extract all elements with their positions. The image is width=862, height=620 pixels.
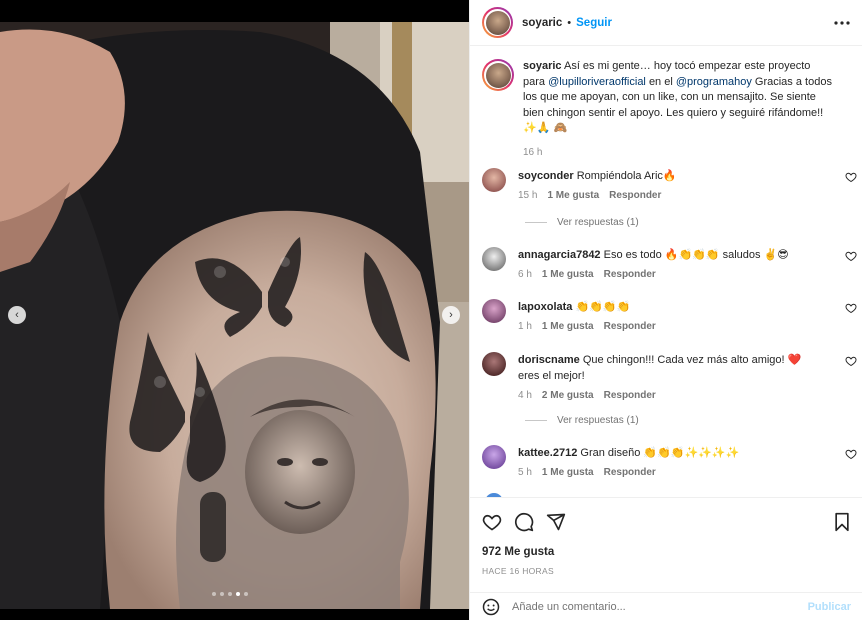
comment-likes[interactable]: 1 Me gusta [542, 321, 594, 332]
post-timestamp[interactable]: HACE 16 HORAS [482, 566, 851, 576]
carousel-dot [220, 592, 224, 596]
comment-time[interactable]: 5 h [518, 467, 532, 478]
author-avatar [485, 10, 510, 35]
comment-likes[interactable]: 1 Me gusta [547, 190, 599, 201]
author-username[interactable]: soyaric [522, 17, 562, 29]
comments-list[interactable]: soyaric Así es mi gente… hoy tocó empeza… [470, 47, 862, 497]
carousel-dot [228, 592, 232, 596]
post-actions: 972 Me gusta HACE 16 HORAS [470, 497, 862, 576]
post-caption: soyaric Así es mi gente… hoy tocó empeza… [470, 47, 862, 160]
comment-item: lapoxolata 👏👏👏👏 1 h 1 Me gusta Responder [482, 299, 857, 332]
view-replies-button[interactable]: Ver respuestas (1) [525, 217, 639, 228]
post-sidebar: soyaric • Seguir soyaric Así es mi gente… [469, 0, 862, 620]
add-comment-bar: Publicar [470, 592, 862, 620]
comment-text: Rompiéndola Aric🔥 [576, 170, 677, 182]
reply-button[interactable]: Responder [604, 269, 656, 280]
caption-avatar-ring[interactable] [482, 59, 514, 91]
reply-button[interactable]: Responder [604, 390, 656, 401]
replies-line [525, 420, 547, 421]
view-replies-label: Ver respuestas (1) [557, 217, 639, 228]
comment-text: Gran diseño 👏👏👏✨✨✨✨ [580, 447, 740, 459]
commenter-avatar[interactable] [482, 299, 506, 323]
caption-username[interactable]: soyaric [523, 60, 562, 72]
heart-icon[interactable] [845, 448, 857, 460]
caption-time: 16 h [523, 146, 543, 158]
heart-icon[interactable] [845, 250, 857, 262]
heart-icon[interactable] [845, 171, 857, 183]
carousel-dot [212, 592, 216, 596]
comment-item: kattee.2712 Gran diseño 👏👏👏✨✨✨✨ 5 h 1 Me … [482, 445, 857, 478]
post-header: soyaric • Seguir [470, 0, 862, 46]
chevron-left-icon: ‹ [15, 309, 19, 321]
heart-icon[interactable] [845, 355, 857, 367]
tattoo-photo-illustration [0, 22, 469, 609]
comment-likes[interactable]: 1 Me gusta [542, 269, 594, 280]
comment-username[interactable]: annagarcia7842 [518, 249, 601, 261]
mention-link[interactable]: @lupilloriveraofficial [548, 76, 646, 88]
separator-dot: • [567, 16, 572, 29]
comment-username[interactable]: doriscname [518, 354, 580, 366]
view-replies-button[interactable]: Ver respuestas (1) [525, 415, 639, 426]
comment-time[interactable]: 6 h [518, 269, 532, 280]
reply-button[interactable]: Responder [604, 321, 656, 332]
post-media: ‹ › [0, 0, 469, 620]
comment-text: 👏👏👏👏 [575, 301, 631, 313]
share-icon[interactable] [546, 512, 566, 532]
author-avatar-ring[interactable] [482, 7, 513, 38]
caption-text-part: en el [648, 75, 673, 88]
carousel-indicator [212, 592, 248, 596]
emoji-icon[interactable] [482, 598, 500, 616]
comment-icon[interactable] [514, 512, 534, 532]
commenter-avatar[interactable] [482, 168, 506, 192]
instagram-post-modal: ‹ › soyaric • Seguir soyaric Así es mi g… [0, 0, 862, 620]
comment-text: Eso es todo 🔥👏👏👏 saludos ✌️😎 [603, 249, 789, 261]
reply-button[interactable]: Responder [609, 190, 661, 201]
carousel-dot-active [236, 592, 240, 596]
comment-item: doriscname Que chingon!!! Cada vez más a… [482, 352, 857, 401]
comment-time[interactable]: 4 h [518, 390, 532, 401]
commenter-avatar[interactable] [482, 445, 506, 469]
save-icon[interactable] [833, 512, 851, 532]
post-photo [0, 22, 469, 609]
comment-username[interactable]: lapoxolata [518, 301, 572, 313]
replies-line [525, 222, 547, 223]
mention-link[interactable]: @programahoy [676, 76, 752, 88]
caption-avatar [485, 62, 511, 88]
comment-likes[interactable]: 1 Me gusta [542, 467, 594, 478]
previous-slide-button[interactable]: ‹ [8, 306, 26, 324]
comment-input[interactable] [512, 600, 808, 613]
comment-likes[interactable]: 2 Me gusta [542, 390, 594, 401]
comment-time[interactable]: 1 h [518, 321, 532, 332]
caption-text: soyaric Así es mi gente… hoy tocó empeza… [523, 59, 833, 160]
more-options-icon[interactable] [834, 20, 850, 25]
comment-username[interactable]: soyconder [518, 170, 574, 182]
comment-item: soyconder Rompiéndola Aric🔥 15 h 1 Me gus… [482, 168, 857, 201]
comment-item: annagarcia7842 Eso es todo 🔥👏👏👏 saludos … [482, 247, 857, 280]
heart-icon[interactable] [845, 302, 857, 314]
comment-username[interactable]: kattee.2712 [518, 447, 577, 459]
view-replies-label: Ver respuestas (1) [557, 415, 639, 426]
reply-button[interactable]: Responder [604, 467, 656, 478]
follow-button[interactable]: Seguir [576, 17, 612, 29]
post-comment-button[interactable]: Publicar [808, 601, 851, 613]
commenter-avatar[interactable] [482, 247, 506, 271]
heart-icon[interactable] [482, 512, 502, 532]
commenter-avatar[interactable] [482, 352, 506, 376]
likes-count[interactable]: 972 Me gusta [482, 546, 851, 558]
carousel-dot [244, 592, 248, 596]
comment-time[interactable]: 15 h [518, 190, 537, 201]
next-slide-button[interactable]: › [442, 306, 460, 324]
chevron-right-icon: › [449, 309, 453, 321]
